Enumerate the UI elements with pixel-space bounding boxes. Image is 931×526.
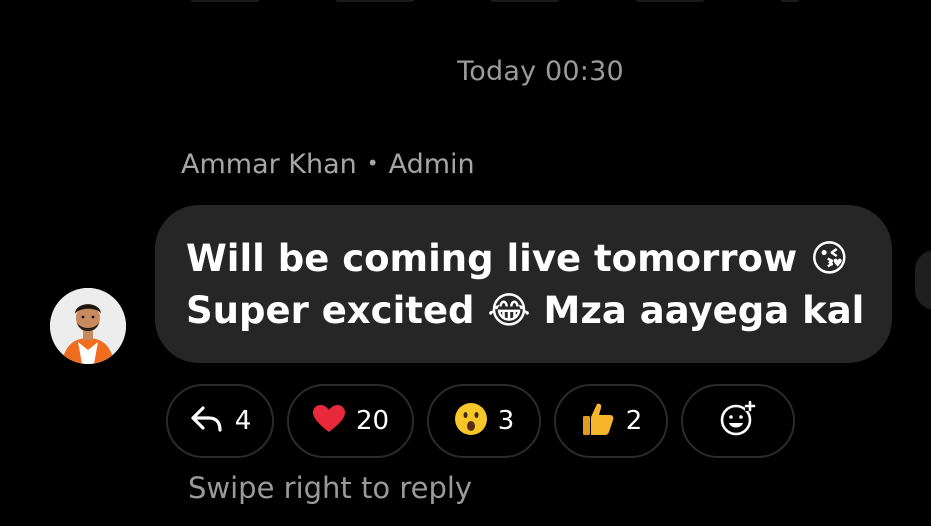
reaction-surprised-chip[interactable]: 3 [427, 384, 541, 458]
thumbs-up-icon [580, 401, 616, 441]
top-control-stub [190, 0, 260, 2]
message-bubble[interactable]: Will be coming live tomorrow 😘 Super exc… [155, 205, 892, 363]
top-control-stub [490, 0, 560, 2]
heart-icon [312, 404, 346, 438]
message-timestamp: Today 00:30 [457, 56, 624, 87]
sender-name[interactable]: Ammar Khan [181, 149, 357, 180]
swipe-reply-hint: Swipe right to reply [188, 471, 473, 505]
reply-count-chip[interactable]: 4 [166, 384, 274, 458]
reaction-heart-chip[interactable]: 20 [287, 384, 414, 458]
add-reaction-button[interactable] [681, 384, 795, 458]
top-control-stub [335, 0, 415, 2]
separator-dot: • [366, 151, 379, 175]
sender-line: Ammar Khan • Admin [181, 149, 475, 180]
message-line-1: Will be coming live tomorrow 😘 [186, 237, 849, 280]
top-control-stub [780, 0, 800, 2]
avatar-photo [50, 288, 126, 364]
surprised-count: 3 [497, 406, 515, 436]
thumbs-up-count: 2 [625, 406, 643, 436]
add-reaction-icon [718, 400, 758, 442]
reply-icon [189, 404, 225, 438]
sender-role: Admin [388, 149, 475, 180]
reaction-thumbs-up-chip[interactable]: 2 [554, 384, 668, 458]
side-panel-handle[interactable] [915, 250, 931, 310]
surprised-face-icon [454, 402, 488, 440]
top-control-stub [635, 0, 705, 2]
reply-count: 4 [234, 406, 252, 436]
avatar[interactable] [50, 288, 126, 364]
message-line-2: Super excited 😂 Mza aayega kal [186, 289, 865, 332]
heart-count: 20 [355, 406, 390, 436]
